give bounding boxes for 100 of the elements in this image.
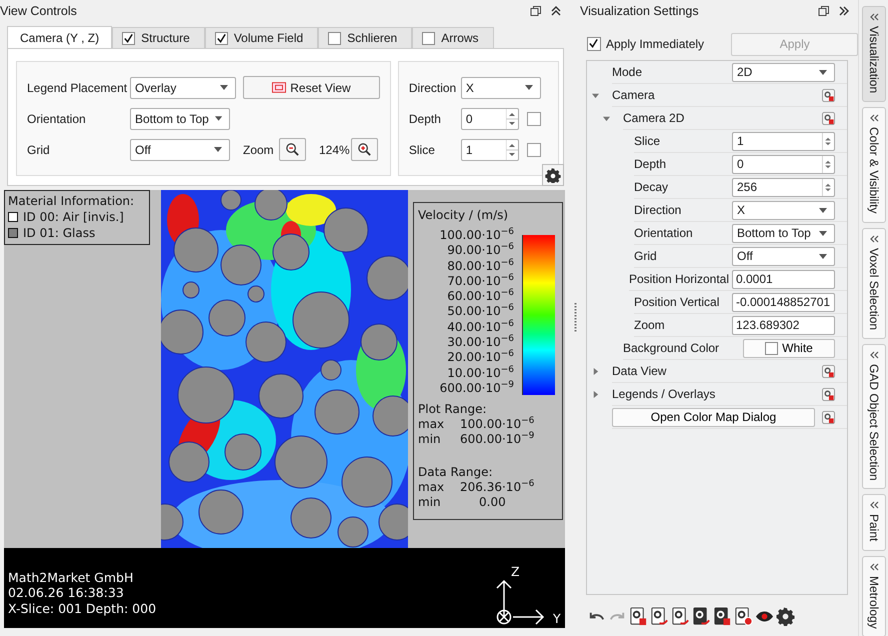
checkbox[interactable] (122, 32, 136, 44)
property-label: Data View (612, 364, 668, 378)
dropdown[interactable]: 2D (732, 62, 835, 82)
axis-label: Z (511, 564, 520, 579)
material-label: ID 01: Glass (23, 225, 96, 241)
dropdown[interactable]: Overlay (130, 76, 236, 98)
expand-arrow-icon[interactable] (592, 368, 599, 375)
info-text: 02.06.26 16:38:33 (8, 585, 125, 600)
dropdown[interactable]: X (732, 200, 835, 220)
spin-box[interactable]: 256 (732, 178, 835, 196)
panel-title: Visualization Settings (580, 4, 700, 18)
input-field[interactable]: 0.0001 (732, 270, 835, 288)
render-view[interactable] (4, 190, 565, 548)
gear-document-icon[interactable] (822, 112, 835, 124)
zoom-out-icon (285, 142, 300, 157)
property-label: Camera 2D (623, 111, 686, 125)
checkbox[interactable] (328, 32, 342, 44)
panel-title: View Controls (0, 4, 78, 18)
property-label: Zoom (634, 318, 666, 332)
scale-label: 10.00·10$^{−6}$ (447, 366, 514, 380)
splitter-handle[interactable] (574, 303, 576, 333)
range-value: 206.36·10$^{−6}$ (460, 480, 534, 496)
range-label: min (418, 432, 442, 448)
side-tab[interactable]: Paint (862, 494, 886, 551)
side-tab[interactable]: GAD Object Selection (862, 344, 886, 490)
color-button[interactable]: White (743, 338, 835, 358)
property-label: Direction (634, 203, 682, 217)
scale-label: 50.00·10$^{−6}$ (447, 304, 514, 319)
range-value: 600.00·10$^{−9}$ (460, 432, 534, 448)
property-label: Decay (634, 180, 670, 194)
gear-document-icon[interactable] (822, 388, 835, 400)
zoom-out-button[interactable] (279, 138, 306, 161)
scale-label: 30.00·10$^{−6}$ (447, 335, 514, 350)
dropdown[interactable]: X (460, 76, 541, 98)
property-label: Position Vertical (634, 295, 720, 309)
gear-refresh-icon[interactable] (692, 607, 711, 626)
field-label: Orientation (27, 112, 87, 126)
dropdown[interactable]: Off (130, 138, 230, 160)
checkbox[interactable] (214, 32, 228, 44)
gear-document-icon[interactable] (822, 88, 835, 102)
checkbox[interactable] (587, 37, 601, 51)
checkbox[interactable] (422, 32, 436, 44)
gear-document-icon[interactable] (822, 410, 835, 424)
info-text: X-Slice: 001 Depth: 000 (8, 600, 156, 616)
material-label: ID 00: Air [invis.] (23, 209, 124, 225)
tab[interactable]: Arrows (412, 27, 494, 48)
dropdown[interactable]: Off (732, 246, 835, 266)
zoom-in-button[interactable] (351, 138, 378, 161)
field-label: Direction (408, 80, 458, 94)
gear-refresh-icon[interactable] (671, 607, 690, 626)
dropdown[interactable]: Bottom to Top (130, 108, 230, 130)
settings-icon[interactable] (776, 607, 795, 626)
settings-button[interactable] (542, 164, 564, 186)
side-tab[interactable]: Voxel Selection (862, 228, 886, 339)
collapse-icon[interactable] (838, 5, 850, 17)
open-color-map-button[interactable]: Open Color Map Dialog (612, 408, 815, 426)
dropdown[interactable]: Bottom to Top (732, 224, 835, 242)
input-field[interactable]: 123.689302 (732, 316, 835, 334)
field-label: Grid (27, 142, 51, 156)
range-label: min (418, 495, 442, 510)
property-label: Background Color (623, 341, 720, 355)
caret-icon (819, 70, 827, 74)
spin-box[interactable]: 0 (732, 154, 835, 174)
spin-box[interactable]: 1 (460, 138, 519, 160)
side-tab[interactable]: Color & Visibility (862, 107, 886, 223)
range-value: 0.00 (478, 495, 506, 510)
expand-arrow-icon[interactable] (592, 391, 599, 398)
caret-icon (214, 147, 222, 152)
caret-icon (819, 208, 827, 212)
collapse-icon[interactable] (550, 5, 562, 17)
spin-box[interactable]: 0 (460, 108, 519, 130)
axis-label: Y (553, 611, 561, 626)
side-tab[interactable]: Metrology (862, 556, 886, 636)
checkbox[interactable] (526, 142, 541, 156)
gear-document-icon[interactable] (629, 607, 648, 626)
expand-arrow-icon[interactable] (592, 92, 599, 99)
scale-label: 600.00·10$^{−9}$ (440, 380, 514, 396)
zoom-in-icon (357, 142, 372, 157)
tab[interactable]: Volume Field (204, 27, 318, 48)
expand-arrow-icon[interactable] (603, 115, 610, 122)
expand-icon (869, 234, 879, 243)
checkbox-label[interactable]: Apply Immediately (606, 37, 726, 51)
checkbox[interactable] (526, 112, 541, 126)
side-tab[interactable]: Visualization (862, 6, 886, 102)
float-icon[interactable] (818, 5, 830, 17)
float-icon[interactable] (530, 5, 542, 17)
field-label: Slice (408, 142, 436, 156)
property-label: Depth (634, 157, 668, 171)
tab[interactable]: Schlieren (318, 27, 412, 48)
gear-delete-icon[interactable] (713, 607, 732, 626)
property-label: Grid (634, 249, 658, 263)
gear-document-icon[interactable] (822, 364, 835, 378)
input-field[interactable]: -0.000148852701 (732, 292, 835, 312)
gear-document-icon[interactable] (650, 607, 669, 626)
tab[interactable]: Camera (Y , Z) (7, 26, 112, 49)
spin-box[interactable]: 1 (732, 132, 835, 150)
tab[interactable]: Structure (112, 27, 205, 48)
property-label: Camera (612, 88, 656, 102)
zoom-value: 124% (319, 142, 349, 156)
reset-view-button[interactable]: Reset View (243, 76, 380, 99)
